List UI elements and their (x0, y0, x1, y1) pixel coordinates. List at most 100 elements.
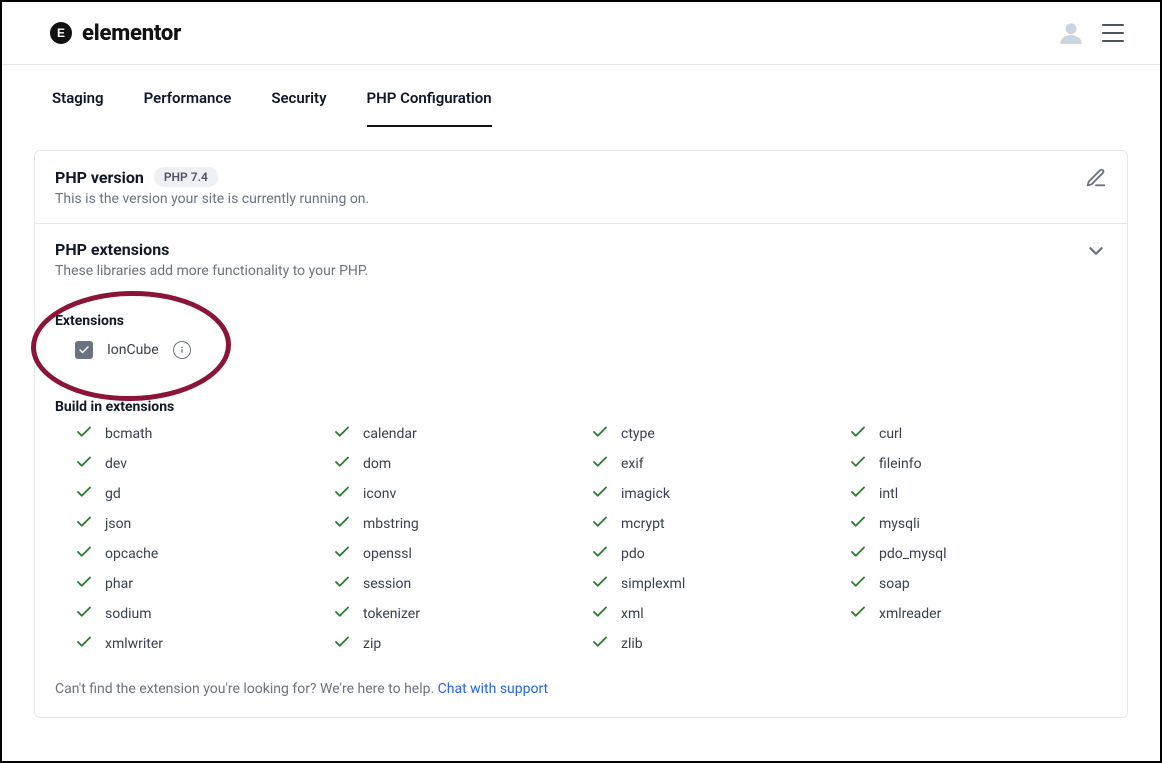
builtin-extension-item: xmlreader (849, 603, 1087, 625)
builtin-extension-label: iconv (363, 486, 396, 502)
builtin-extension-label: gd (105, 486, 121, 502)
builtin-extension-label: curl (879, 426, 902, 442)
builtin-extension-item: openssl (333, 543, 571, 565)
builtin-extension-item: pdo_mysql (849, 543, 1087, 565)
builtin-extension-label: fileinfo (879, 456, 922, 472)
builtin-extension-label: zlib (621, 636, 643, 652)
collapse-extensions-button[interactable] (1085, 240, 1107, 262)
builtin-extension-label: tokenizer (363, 606, 420, 622)
menu-hamburger-icon[interactable] (1102, 24, 1124, 42)
php-version-subtitle: This is the version your site is current… (55, 191, 369, 207)
check-icon (849, 483, 867, 505)
edit-php-version-button[interactable] (1085, 167, 1107, 189)
builtin-extension-item: json (75, 513, 313, 535)
builtin-extension-label: exif (621, 456, 644, 472)
builtin-extension-label: xml (621, 606, 644, 622)
check-icon (591, 483, 609, 505)
builtin-extension-label: simplexml (621, 576, 685, 592)
builtin-extension-item: ctype (591, 423, 829, 445)
builtin-extension-label: session (363, 576, 411, 592)
check-icon (591, 423, 609, 445)
builtin-extension-item: dev (75, 453, 313, 475)
builtin-extension-label: bcmath (105, 426, 152, 442)
check-icon (75, 573, 93, 595)
tab-staging[interactable]: Staging (52, 89, 104, 127)
builtin-extension-item: fileinfo (849, 453, 1087, 475)
check-icon (591, 513, 609, 535)
check-icon (849, 423, 867, 445)
check-icon (849, 453, 867, 475)
builtin-extension-label: mcrypt (621, 516, 665, 532)
ioncube-info-icon[interactable] (173, 341, 191, 359)
builtin-extension-item: mcrypt (591, 513, 829, 535)
builtin-extension-item: pdo (591, 543, 829, 565)
ioncube-label: IonCube (107, 342, 159, 358)
builtin-extension-label: sodium (105, 606, 152, 622)
builtin-extension-label: opcache (105, 546, 158, 562)
builtin-extension-item: iconv (333, 483, 571, 505)
builtin-extension-label: soap (879, 576, 910, 592)
builtin-extension-item: exif (591, 453, 829, 475)
php-extensions-body: Extensions IonCube Build in extensions b… (35, 295, 1127, 717)
builtin-extension-label: openssl (363, 546, 412, 562)
check-icon (333, 483, 351, 505)
builtin-extension-label: pdo_mysql (879, 546, 947, 562)
check-icon (849, 573, 867, 595)
builtin-extension-item: imagick (591, 483, 829, 505)
php-version-title: PHP version (55, 168, 144, 187)
check-icon (75, 543, 93, 565)
tab-performance[interactable]: Performance (144, 89, 232, 127)
builtin-extension-label: imagick (621, 486, 670, 502)
tab-php-configuration[interactable]: PHP Configuration (367, 89, 492, 127)
avatar-icon[interactable] (1058, 20, 1084, 46)
check-icon (849, 543, 867, 565)
chat-support-link[interactable]: Chat with support (438, 681, 549, 697)
app-header: elementor (2, 2, 1160, 65)
builtin-extension-item: simplexml (591, 573, 829, 595)
builtin-extension-item: tokenizer (333, 603, 571, 625)
brand-name: elementor (82, 21, 181, 46)
builtin-extension-label: mbstring (363, 516, 419, 532)
check-icon (333, 543, 351, 565)
check-icon (75, 513, 93, 535)
ioncube-checkbox[interactable] (75, 341, 93, 359)
php-version-badge: PHP 7.4 (154, 167, 218, 187)
check-icon (849, 513, 867, 535)
check-icon (75, 423, 93, 445)
builtin-extension-item: session (333, 573, 571, 595)
check-icon (591, 633, 609, 655)
builtin-extensions-grid: bcmathcalendarctypecurldevdomexiffileinf… (55, 423, 1107, 655)
check-icon (591, 453, 609, 475)
tabs-bar: Staging Performance Security PHP Configu… (2, 65, 1160, 128)
php-extensions-title: PHP extensions (55, 240, 368, 259)
check-icon (333, 573, 351, 595)
check-icon (75, 453, 93, 475)
builtin-extension-item: zip (333, 633, 571, 655)
brand-logo[interactable]: elementor (50, 21, 181, 46)
extension-toggle-ioncube: IonCube (55, 337, 1107, 363)
check-icon (333, 453, 351, 475)
tab-security[interactable]: Security (271, 89, 326, 127)
check-icon (591, 573, 609, 595)
builtin-extension-label: json (105, 516, 131, 532)
php-extensions-row: PHP extensions These libraries add more … (35, 223, 1127, 295)
check-icon (333, 423, 351, 445)
check-icon (591, 603, 609, 625)
builtin-title: Build in extensions (55, 399, 1107, 415)
builtin-extension-item: zlib (591, 633, 829, 655)
builtin-extension-label: pdo (621, 546, 645, 562)
help-footer: Can't find the extension you're looking … (55, 681, 1107, 697)
builtin-extension-label: zip (363, 636, 381, 652)
builtin-extension-item: soap (849, 573, 1087, 595)
extensions-list-title: Extensions (55, 313, 1107, 329)
php-extensions-subtitle: These libraries add more functionality t… (55, 263, 368, 279)
builtin-extension-label: phar (105, 576, 133, 592)
builtin-extension-label: dev (105, 456, 127, 472)
builtin-extension-label: dom (363, 456, 391, 472)
builtin-extension-item: curl (849, 423, 1087, 445)
builtin-extension-item: dom (333, 453, 571, 475)
php-config-card: PHP version PHP 7.4 This is the version … (34, 150, 1128, 718)
check-icon (333, 513, 351, 535)
check-icon (333, 603, 351, 625)
builtin-extension-label: ctype (621, 426, 655, 442)
